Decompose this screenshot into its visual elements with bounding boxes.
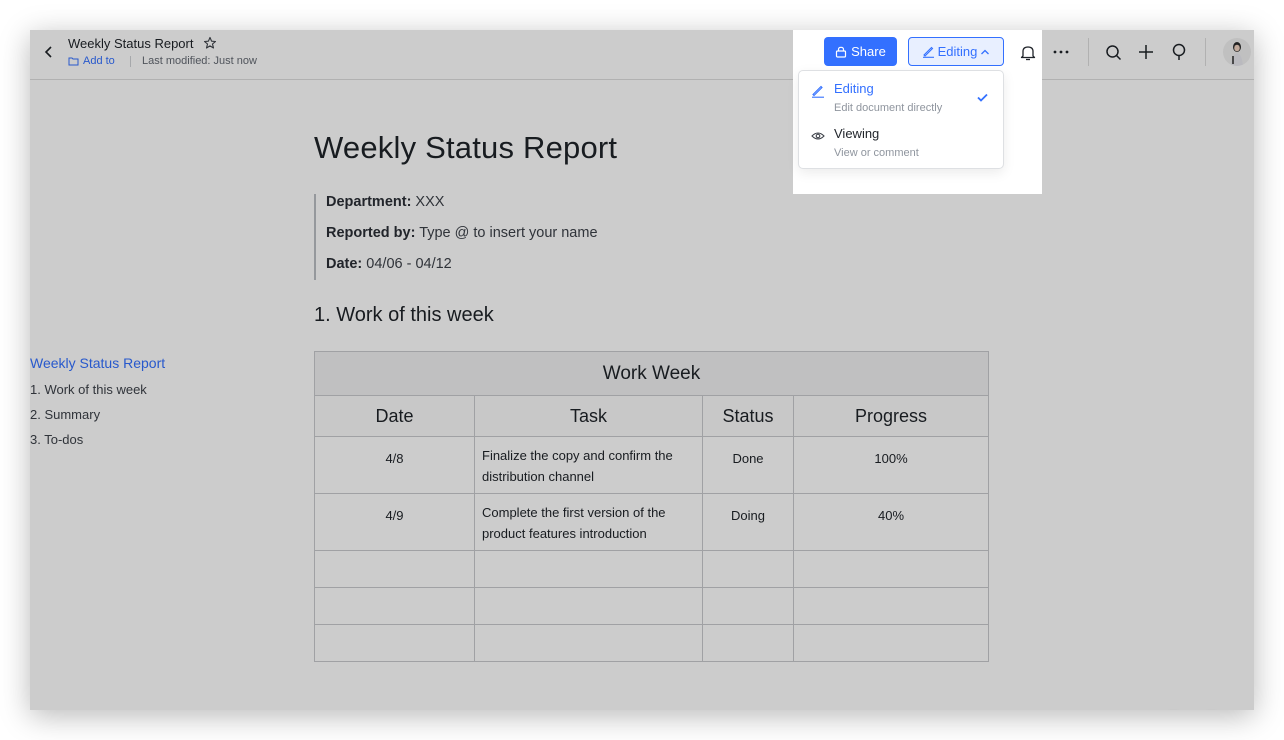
- more-icon[interactable]: [1049, 40, 1073, 64]
- add-to-label: Add to: [83, 55, 115, 67]
- menu-item-editing[interactable]: Editing Edit document directly: [799, 76, 1003, 120]
- meta-department[interactable]: Department: XXX: [326, 194, 714, 225]
- meta-value: XXX: [411, 194, 445, 210]
- back-arrow-icon[interactable]: [38, 41, 60, 63]
- table-cell[interactable]: [702, 624, 794, 662]
- toc-item-todos[interactable]: 3. To-dos: [30, 431, 165, 456]
- chevron-up-icon: [981, 49, 990, 54]
- table-row: [314, 587, 989, 625]
- pencil-icon: [812, 85, 824, 98]
- column-header-progress[interactable]: Progress: [793, 395, 989, 437]
- meta-key: Reported by:: [326, 225, 416, 241]
- table-of-contents: Weekly Status Report 1. Work of this wee…: [30, 354, 165, 456]
- meta-reported-by[interactable]: Reported by: Type @ to insert your name: [326, 225, 714, 256]
- toolbar-divider-2: [1205, 38, 1206, 66]
- menu-item-viewing[interactable]: Viewing View or comment: [799, 121, 1003, 165]
- eye-icon: [811, 132, 825, 140]
- table-cell[interactable]: [474, 550, 703, 588]
- table-cell[interactable]: [793, 624, 989, 662]
- top-bar: Weekly Status Report Add to Last modifie…: [30, 30, 1254, 80]
- column-header-task[interactable]: Task: [474, 395, 703, 437]
- meta-value: Type @ to insert your name: [415, 225, 598, 241]
- table-cell[interactable]: [314, 550, 475, 588]
- table-cell[interactable]: [702, 587, 794, 625]
- mode-label: Editing: [937, 44, 978, 59]
- menu-item-description: View or comment: [834, 147, 919, 159]
- table-row: [314, 624, 989, 662]
- table-cell[interactable]: Doing: [702, 493, 794, 551]
- pencil-icon: [922, 46, 934, 58]
- table-caption[interactable]: Work Week: [314, 351, 989, 396]
- column-header-status[interactable]: Status: [702, 395, 794, 437]
- app-window: Weekly Status Report Add to Last modifie…: [30, 30, 1254, 710]
- meta-key: Department:: [326, 194, 412, 210]
- search-icon[interactable]: [1101, 40, 1125, 64]
- work-week-table: Work Week Date Task Status Progress 4/8 …: [314, 351, 989, 662]
- table-cell[interactable]: Finalize the copy and confirm the distri…: [474, 436, 703, 494]
- last-modified-text: Last modified: Just now: [142, 55, 257, 67]
- highlight-panel: Share Editing Editing Edit document dire…: [793, 30, 1042, 194]
- header-separator: [130, 56, 131, 67]
- toolbar-divider: [1088, 38, 1089, 66]
- add-to-link[interactable]: Add to: [68, 55, 115, 67]
- table-cell[interactable]: [793, 550, 989, 588]
- menu-item-label: Viewing: [834, 126, 880, 141]
- avatar[interactable]: [1223, 38, 1251, 66]
- check-icon: [977, 93, 988, 102]
- meta-key: Date:: [326, 256, 363, 272]
- table-row: 4/8 Finalize the copy and confirm the di…: [314, 436, 989, 494]
- star-icon[interactable]: [203, 36, 217, 55]
- share-label: Share: [851, 44, 886, 59]
- mode-dropdown-button[interactable]: Editing: [908, 37, 1004, 66]
- meta-block: Department: XXX Reported by: Type @ to i…: [314, 194, 714, 280]
- table-cell[interactable]: Complete the first version of the produc…: [474, 493, 703, 551]
- table-cell[interactable]: [793, 587, 989, 625]
- toc-item-summary[interactable]: 2. Summary: [30, 406, 165, 431]
- mode-menu: Editing Edit document directly Viewing V…: [798, 70, 1004, 169]
- document-area: Weekly Status Report 1. Work of this wee…: [30, 80, 1254, 710]
- table-row: [314, 550, 989, 588]
- table-cell[interactable]: [314, 624, 475, 662]
- document-title[interactable]: Weekly Status Report: [314, 130, 617, 166]
- lightbulb-icon[interactable]: [1167, 40, 1191, 64]
- table-cell[interactable]: 4/9: [314, 493, 475, 551]
- table-cell[interactable]: [474, 587, 703, 625]
- menu-item-label: Editing: [834, 81, 874, 96]
- table-cell[interactable]: Done: [702, 436, 794, 494]
- menu-item-description: Edit document directly: [834, 102, 943, 114]
- bell-icon[interactable]: [1017, 41, 1039, 63]
- column-header-date[interactable]: Date: [314, 395, 475, 437]
- table-cell[interactable]: 4/8: [314, 436, 475, 494]
- section-heading-work[interactable]: 1. Work of this week: [314, 304, 494, 327]
- lock-icon: [836, 46, 847, 58]
- folder-icon: [68, 57, 79, 66]
- plus-icon[interactable]: [1134, 40, 1158, 64]
- table-cell[interactable]: [474, 624, 703, 662]
- toc-item-work[interactable]: 1. Work of this week: [30, 381, 165, 406]
- share-button[interactable]: Share: [824, 37, 897, 66]
- table-cell[interactable]: [314, 587, 475, 625]
- meta-date[interactable]: Date: 04/06 - 04/12: [326, 256, 714, 287]
- toc-item-title[interactable]: Weekly Status Report: [30, 354, 165, 381]
- document-title-header[interactable]: Weekly Status Report: [68, 36, 193, 51]
- table-cell[interactable]: 40%: [793, 493, 989, 551]
- table-cell[interactable]: [702, 550, 794, 588]
- meta-value: 04/06 - 04/12: [362, 256, 452, 272]
- table-row: 4/9 Complete the first version of the pr…: [314, 493, 989, 551]
- table-cell[interactable]: 100%: [793, 436, 989, 494]
